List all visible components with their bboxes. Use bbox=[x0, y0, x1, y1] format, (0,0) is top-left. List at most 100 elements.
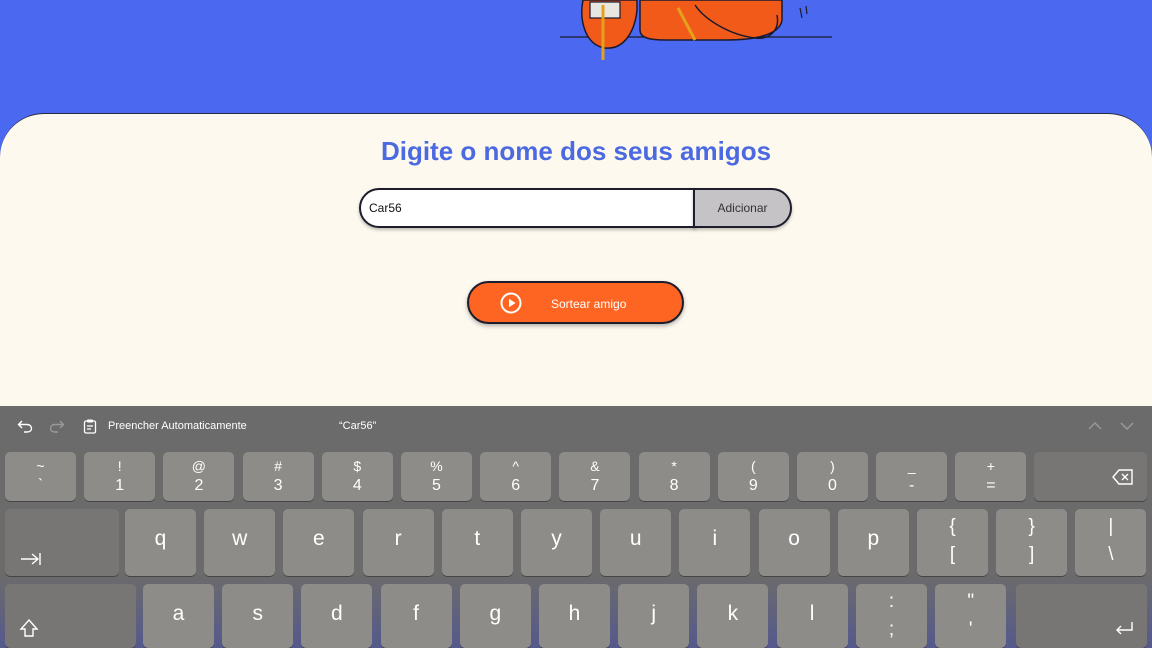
key-label: i bbox=[712, 527, 718, 550]
key-label: 6 bbox=[511, 477, 521, 494]
number-key[interactable]: #3 bbox=[242, 452, 314, 501]
letter-key[interactable]: p bbox=[837, 509, 909, 576]
key-label: p bbox=[867, 527, 880, 550]
letter-key[interactable]: f bbox=[380, 584, 452, 648]
undo-icon[interactable] bbox=[17, 418, 33, 434]
redo-icon[interactable] bbox=[49, 418, 65, 434]
page-title: Digite o nome dos seus amigos bbox=[380, 136, 772, 166]
friend-name-input[interactable] bbox=[359, 188, 696, 228]
key-shift-label: * bbox=[671, 458, 677, 474]
key-label: k bbox=[727, 602, 739, 625]
number-key[interactable]: & 7 bbox=[559, 452, 631, 501]
number-key[interactable]: % 5 bbox=[401, 452, 472, 501]
key-label: a bbox=[172, 602, 185, 625]
letter-key[interactable]: j bbox=[618, 584, 690, 648]
letter-key[interactable]: i bbox=[679, 509, 751, 576]
key-label: f bbox=[413, 602, 420, 625]
letter-key[interactable]: d bbox=[301, 584, 373, 648]
shift-key[interactable] bbox=[5, 584, 136, 648]
number-key[interactable]: * 8 bbox=[638, 452, 710, 501]
symbol-key[interactable]: " ' bbox=[935, 584, 1007, 648]
add-button[interactable]: Adicionar bbox=[693, 188, 792, 228]
letter-key[interactable]: o bbox=[758, 509, 830, 576]
key-shift-label: ! bbox=[117, 458, 122, 474]
letter-key[interactable]: y bbox=[521, 509, 592, 576]
key-label: u bbox=[629, 527, 642, 550]
letter-key[interactable]: w bbox=[204, 509, 276, 576]
key-label: ] bbox=[1029, 544, 1035, 565]
key-label: [ bbox=[949, 544, 956, 565]
number-key[interactable]: ~ ` bbox=[5, 452, 76, 501]
key-shift-label: ( bbox=[750, 458, 756, 474]
symbol-key[interactable]: | \ bbox=[1075, 509, 1147, 576]
key-label: j bbox=[651, 602, 657, 625]
symbol-key[interactable]: :; bbox=[856, 584, 927, 648]
key-label: h bbox=[568, 602, 581, 625]
number-key[interactable]: ) 0 bbox=[797, 452, 868, 501]
key-label: 3 bbox=[273, 477, 283, 494]
autofill-button[interactable]: Preencher Automaticamente bbox=[108, 420, 247, 432]
draw-friend-button[interactable]: Sortear amigo bbox=[467, 281, 684, 324]
input-row: Adicionar bbox=[359, 188, 793, 228]
key-label: 5 bbox=[432, 477, 441, 494]
number-key[interactable]: ! 1 bbox=[84, 452, 156, 501]
tab-key[interactable] bbox=[5, 509, 119, 576]
return-key[interactable] bbox=[1016, 584, 1147, 648]
key-label: ' bbox=[968, 619, 973, 640]
text-suggestion[interactable]: “Car56” bbox=[339, 420, 376, 432]
key-shift-label: % bbox=[430, 458, 443, 474]
number-key[interactable]: ^ 6 bbox=[480, 452, 552, 501]
key-shift-label: { bbox=[949, 516, 956, 537]
letter-key[interactable]: a bbox=[143, 584, 214, 648]
letter-key[interactable]: g bbox=[459, 584, 531, 648]
key-shift-label: # bbox=[274, 458, 282, 474]
number-key[interactable]: $4 bbox=[321, 452, 393, 501]
delete-icon bbox=[1112, 469, 1133, 485]
return-icon bbox=[1116, 622, 1133, 635]
letter-key[interactable]: k bbox=[697, 584, 769, 648]
number-key[interactable]: (9 bbox=[717, 452, 789, 501]
key-shift-label: @ bbox=[191, 458, 206, 474]
key-label: ; bbox=[888, 619, 895, 640]
key-label: w bbox=[232, 527, 248, 550]
letter-key[interactable]: s bbox=[222, 584, 294, 648]
chevron-up-icon[interactable] bbox=[1087, 418, 1103, 434]
shift-icon bbox=[19, 618, 39, 637]
key-shift-label: : bbox=[888, 591, 895, 612]
key-shift-label: ~ bbox=[36, 458, 45, 474]
key-label: r bbox=[394, 527, 402, 550]
letter-key[interactable]: q bbox=[125, 509, 196, 576]
key-label: 7 bbox=[590, 477, 600, 494]
letter-key[interactable]: h bbox=[539, 584, 610, 648]
letter-key[interactable]: l bbox=[776, 584, 848, 648]
number-key[interactable]: + = bbox=[955, 452, 1027, 501]
key-label: g bbox=[489, 602, 502, 625]
key-shift-label: ) bbox=[830, 458, 835, 474]
key-label: 0 bbox=[828, 477, 837, 494]
letter-key[interactable]: u bbox=[600, 509, 672, 576]
key-label: e bbox=[313, 527, 325, 550]
key-shift-label: + bbox=[986, 458, 995, 474]
delete-key[interactable] bbox=[1034, 452, 1147, 501]
key-shift-label: | bbox=[1108, 516, 1114, 537]
on-screen-keyboard: Preencher Automaticamente “Car56” ~ `! 1 @ bbox=[0, 406, 1152, 648]
letter-key[interactable]: t bbox=[441, 509, 513, 576]
key-label: ` bbox=[37, 477, 44, 494]
key-label: t bbox=[474, 527, 481, 550]
letter-key[interactable]: r bbox=[362, 509, 434, 576]
tab-icon bbox=[21, 553, 41, 565]
key-shift-label: } bbox=[1028, 516, 1035, 537]
symbol-key[interactable]: }] bbox=[996, 509, 1068, 576]
key-label: 9 bbox=[748, 477, 758, 494]
number-key[interactable]: @2 bbox=[163, 452, 235, 501]
key-label: o bbox=[788, 527, 800, 550]
letter-key[interactable]: e bbox=[283, 509, 355, 576]
draw-button-label: Sortear amigo bbox=[551, 297, 627, 311]
key-label: 4 bbox=[352, 477, 362, 494]
number-key[interactable]: _ - bbox=[876, 452, 948, 501]
clipboard-icon[interactable] bbox=[82, 418, 98, 434]
key-label: \ bbox=[1108, 544, 1114, 565]
chevron-down-icon[interactable] bbox=[1119, 418, 1135, 434]
key-label: 1 bbox=[115, 477, 125, 494]
symbol-key[interactable]: {[ bbox=[917, 509, 988, 576]
